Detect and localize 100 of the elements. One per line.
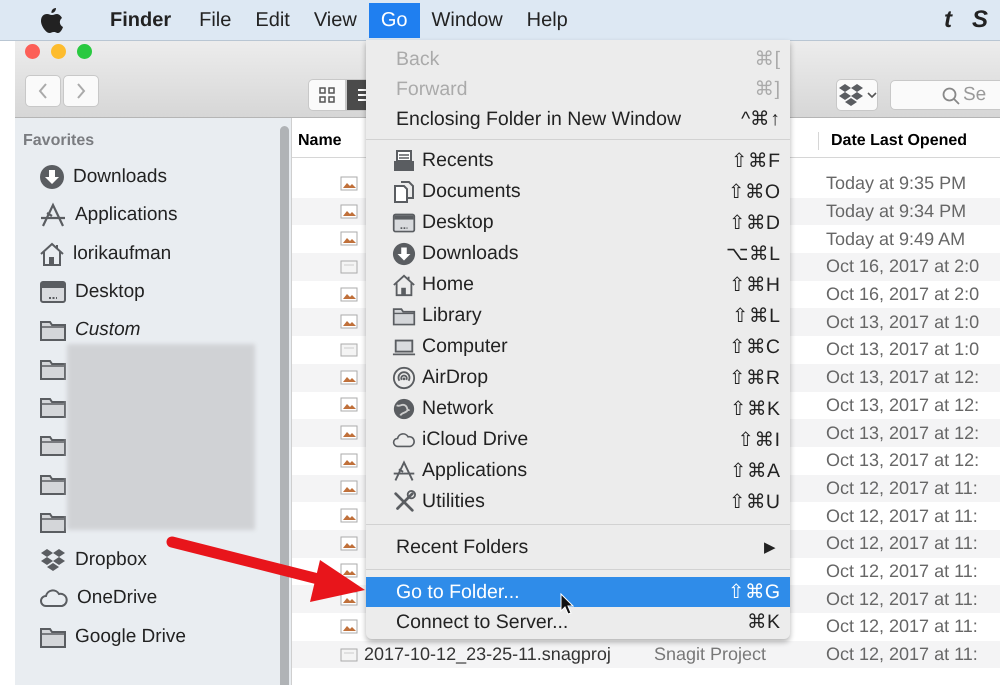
- menu-title[interactable]: Window: [420, 2, 515, 38]
- sidebar-heading: Favorites: [23, 132, 94, 150]
- forward-button[interactable]: [63, 75, 99, 107]
- table-cell-text: Oct 12, 2017 at 11:: [826, 616, 979, 638]
- image-file-icon: [340, 176, 358, 192]
- image-file-icon: [340, 397, 358, 414]
- menu-item[interactable]: Network ⇧⌘K: [366, 393, 790, 424]
- table-cell-text: Oct 13, 2017 at 12:: [826, 367, 980, 388]
- menu-item[interactable]: Desktop ⇧⌘D: [366, 207, 790, 238]
- image-file-icon: [340, 425, 358, 442]
- menu-item[interactable]: Documents ⇧⌘O: [366, 176, 790, 207]
- sidebar-item[interactable]: Applications: [75, 204, 178, 226]
- menu-title[interactable]: Edit: [243, 2, 302, 38]
- menu-item[interactable]: Applications ⇧⌘A: [366, 455, 790, 486]
- document-file-icon: [340, 258, 358, 275]
- home-icon: [392, 272, 416, 298]
- shortcut-label: ⇧⌘I: [738, 428, 780, 452]
- sidebar-item[interactable]: Dropbox: [75, 549, 147, 572]
- menu-title[interactable]: File: [187, 2, 244, 38]
- search-field[interactable]: Se: [890, 80, 1000, 110]
- menu-title[interactable]: Help: [514, 2, 580, 38]
- desktop-icon: [392, 210, 416, 234]
- dropbox-menu-button[interactable]: [836, 79, 878, 111]
- shortcut-label: ⇧⌘O: [728, 180, 780, 204]
- chevron-left-icon: [38, 82, 48, 100]
- table-cell-text: Oct 13, 2017 at 1:0: [826, 312, 980, 333]
- caret-icon: [867, 91, 877, 99]
- image-file-icon: [340, 204, 358, 220]
- sidebar-item[interactable]: lorikaufman: [73, 242, 172, 265]
- pointer-cursor-icon: [560, 593, 574, 615]
- app-menu[interactable]: Finder: [98, 8, 184, 32]
- menu-item[interactable]: iCloud Drive ⇧⌘I: [366, 424, 790, 455]
- sidebar-item[interactable]: Desktop: [75, 281, 145, 304]
- shortcut-label: ⇧⌘C: [728, 334, 780, 358]
- folder-icon: [39, 318, 67, 342]
- downloads-icon: [392, 240, 416, 266]
- image-file-icon: [340, 231, 358, 248]
- table-cell-text: Oct 12, 2017 at 11:: [826, 644, 979, 666]
- apple-logo-icon[interactable]: [40, 6, 64, 34]
- shortcut-label: ⌘K: [746, 610, 780, 634]
- table-cell-text: Oct 13, 2017 at 12:: [826, 394, 980, 416]
- shortcut-label: ⇧⌘K: [730, 396, 780, 420]
- table-cell-text: Oct 16, 2017 at 2:0: [826, 256, 980, 278]
- menu-item[interactable]: Enclosing Folder in New Window ^⌘↑: [366, 104, 790, 134]
- menu-item[interactable]: Recents ⇧⌘F: [366, 145, 790, 176]
- menu-item[interactable]: Utilities ⇧⌘U: [366, 486, 790, 517]
- table-cell-text: Today at 9:34 PM: [826, 201, 968, 222]
- shortcut-label: ⇧⌘G: [728, 580, 780, 604]
- grid-icon: [319, 87, 335, 103]
- chevron-right-icon: [76, 82, 86, 100]
- status-bar-icon[interactable]: t: [944, 6, 952, 34]
- file-name[interactable]: 2017-10-12_23-25-11.snagproj: [364, 644, 654, 666]
- status-bar-icon[interactable]: S: [972, 6, 988, 34]
- shortcut-label: ⌘]: [754, 77, 780, 101]
- table-cell-text: Snagit Project: [654, 644, 768, 666]
- document-file-icon: [340, 342, 358, 358]
- minimize-button[interactable]: [51, 44, 66, 59]
- back-button[interactable]: [25, 75, 61, 107]
- shortcut-label: ^⌘↑: [741, 107, 780, 131]
- menu-item[interactable]: Recent Folders ▶: [366, 532, 790, 562]
- image-file-icon: [340, 508, 358, 524]
- table-cell-text: Oct 16, 2017 at 2:0: [826, 284, 980, 306]
- zoom-button[interactable]: [77, 44, 92, 59]
- menu-title[interactable]: View: [302, 2, 369, 38]
- documents-icon: [392, 180, 416, 204]
- image-file-icon: [340, 314, 358, 330]
- cloud-icon: [39, 587, 69, 610]
- image-file-icon: [340, 452, 358, 469]
- menu-title[interactable]: Go: [368, 2, 420, 38]
- table-cell-text: Oct 13, 2017 at 12:: [826, 450, 980, 472]
- table-cell-text: Oct 13, 2017 at 1:0: [826, 339, 980, 360]
- menu-item[interactable]: Computer ⇧⌘C: [366, 331, 790, 362]
- image-file-icon: [340, 536, 358, 552]
- sidebar-item[interactable]: OneDrive: [77, 587, 158, 610]
- image-file-icon: [340, 618, 358, 635]
- folder-icon: [39, 433, 67, 458]
- shortcut-label: ⇧⌘R: [728, 366, 780, 390]
- sidebar-item[interactable]: Google Drive: [75, 626, 186, 648]
- menu-item[interactable]: Home ⇧⌘H: [366, 269, 790, 300]
- column-header[interactable]: Date Last Opened: [831, 132, 968, 148]
- table-cell-text: Oct 12, 2017 at 11:: [826, 478, 979, 499]
- recents-icon: [392, 148, 416, 172]
- menu-item[interactable]: Connect to Server... ⌘K: [366, 607, 790, 637]
- shortcut-label: ⇧⌘A: [730, 458, 780, 482]
- menu-item[interactable]: AirDrop ⇧⌘R: [366, 362, 790, 393]
- view-button[interactable]: [308, 79, 346, 111]
- sidebar-item[interactable]: Downloads: [73, 166, 167, 188]
- shortcut-label: ⇧⌘U: [728, 490, 780, 514]
- menu-item[interactable]: Downloads ⌥⌘L: [366, 238, 790, 269]
- shortcut-label: ⇧⌘H: [728, 272, 780, 296]
- table-cell-text: Oct 12, 2017 at 11:: [826, 560, 979, 582]
- close-button[interactable]: [25, 44, 40, 59]
- table-cell-text: Oct 13, 2017 at 12:: [826, 422, 980, 444]
- document-file-icon: [340, 646, 358, 663]
- sidebar-item[interactable]: Custom: [75, 319, 140, 342]
- downloads-icon: [39, 164, 65, 190]
- scrollbar[interactable]: [280, 126, 289, 685]
- shortcut-label: ⌥⌘L: [726, 242, 780, 266]
- menu-item[interactable]: Library ⇧⌘L: [366, 300, 790, 331]
- column-header[interactable]: Name: [298, 132, 342, 148]
